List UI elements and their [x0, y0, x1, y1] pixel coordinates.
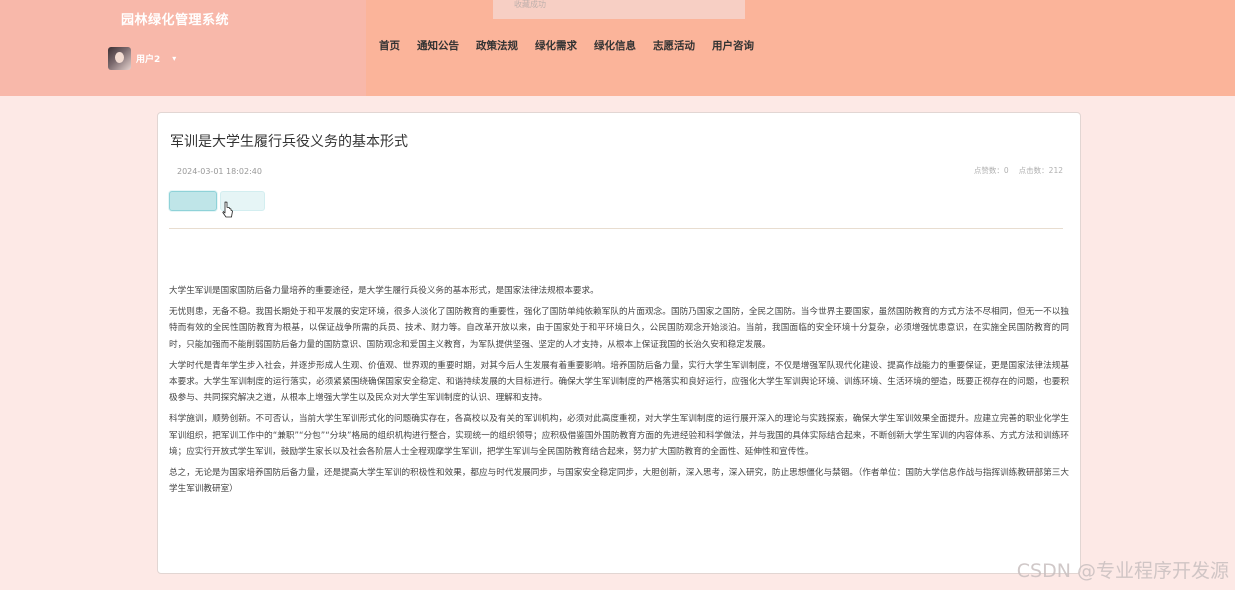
toast-message: 收藏成功 — [493, 0, 745, 19]
article-paragraph: 大学时代是青年学生步入社会，并逐步形成人生观、价值观、世界观的重要时期，对其今后… — [169, 360, 1069, 404]
article-paragraph: 大学生军训是国家国防后备力量培养的重要途径，是大学生履行兵役义务的基本形式，是国… — [169, 286, 599, 296]
toast-text: 收藏成功 — [514, 0, 546, 9]
nav-item-volunteer[interactable]: 志愿活动 — [653, 38, 695, 53]
avatar[interactable] — [108, 47, 131, 70]
article-stats: 点赞数：0 点击数：212 — [974, 165, 1063, 176]
like-count: 点赞数：0 — [973, 166, 1009, 175]
article-content: 大学生军训是国家国防后备力量培养的重要途径，是大学生履行兵役义务的基本形式，是国… — [169, 283, 1069, 502]
article-paragraph: 科学施训，顺势创新。不可否认，当前大学生军训形式化的问题确实存在，各高校以及有关… — [169, 414, 1069, 457]
article-card: 军训是大学生履行兵役义务的基本形式 2024-03-01 18:02:40 点赞… — [157, 112, 1081, 574]
article-title: 军训是大学生履行兵役义务的基本形式 — [170, 134, 408, 150]
article-paragraph: 总之，无论是为国家培养国防后备力量，还是提高大学生军训的积极性和效果，都应与时代… — [169, 468, 1069, 495]
click-count: 点击数：212 — [1018, 166, 1063, 175]
nav-item-home[interactable]: 首页 — [379, 38, 400, 53]
user-name[interactable]: 用户2 — [136, 52, 160, 65]
nav-item-greening-info[interactable]: 绿化信息 — [594, 38, 636, 53]
nav-item-policies[interactable]: 政策法规 — [476, 38, 518, 53]
watermark: CSDN @专业程序开发源 — [1016, 560, 1229, 582]
nav-item-greening-demand[interactable]: 绿化需求 — [535, 38, 577, 53]
article-date: 2024-03-01 18:02:40 — [177, 167, 262, 176]
main-nav: 首页 通知公告 政策法规 绿化需求 绿化信息 志愿活动 用户咨询 — [379, 38, 771, 53]
divider — [169, 228, 1063, 229]
favorite-button[interactable] — [169, 191, 217, 211]
nav-item-consult[interactable]: 用户咨询 — [712, 38, 754, 53]
top-header: 园林绿化管理系统 用户2 ▾ 收藏成功 首页 通知公告 政策法规 绿化需求 绿化… — [0, 0, 1235, 96]
article-paragraph: 无忧则患，无备不稳。我国长期处于和平发展的安定环境，很多人淡化了国防教育的重要性… — [169, 307, 1069, 350]
nav-item-notices[interactable]: 通知公告 — [417, 38, 459, 53]
mouse-cursor-icon — [222, 201, 233, 218]
user-menu[interactable]: 用户2 ▾ — [108, 47, 176, 70]
header-brand-area: 园林绿化管理系统 用户2 ▾ — [0, 0, 366, 96]
caret-down-icon[interactable]: ▾ — [172, 54, 176, 63]
site-title: 园林绿化管理系统 — [121, 13, 230, 28]
